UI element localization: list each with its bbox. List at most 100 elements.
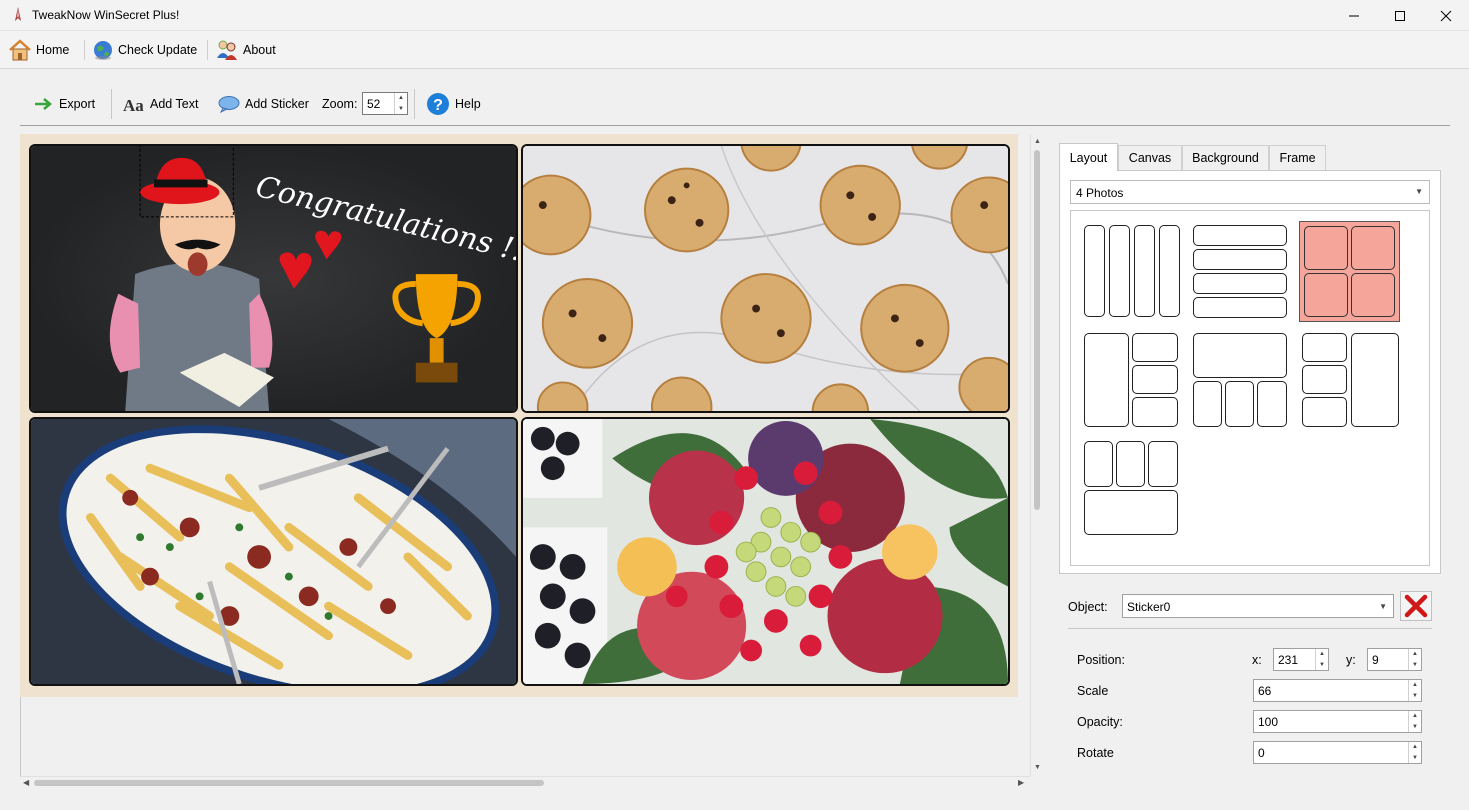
collage-cell-1[interactable]: Congratulations !!! bbox=[29, 144, 518, 413]
layout-slot bbox=[1302, 397, 1347, 427]
scroll-up-icon[interactable]: ▲ bbox=[1034, 138, 1041, 145]
layout-option-right-big[interactable] bbox=[1302, 333, 1400, 429]
export-button[interactable]: Export bbox=[34, 91, 95, 117]
zoom-value: 52 bbox=[367, 97, 381, 111]
horizontal-scrollbar[interactable]: ◀ ▶ bbox=[20, 776, 1030, 789]
layout-option-bottom-big[interactable] bbox=[1084, 441, 1178, 537]
zoom-label: Zoom: bbox=[322, 97, 358, 111]
spin-down-icon[interactable]: ▼ bbox=[1409, 722, 1421, 733]
layout-option-left-big[interactable] bbox=[1084, 333, 1180, 429]
position-x-value: 231 bbox=[1278, 653, 1299, 667]
zoom-spin-arrows[interactable]: ▲ ▼ bbox=[394, 93, 407, 114]
opacity-label: Opacity: bbox=[1077, 715, 1123, 729]
arrow-right-icon bbox=[35, 98, 52, 110]
y-label: y: bbox=[1346, 653, 1356, 667]
layout-slot bbox=[1193, 381, 1222, 427]
spin-up-icon[interactable]: ▲ bbox=[1409, 680, 1421, 691]
layout-count-dropdown[interactable]: 4 Photos ▼ bbox=[1070, 180, 1430, 204]
layout-option-2x2-grid[interactable] bbox=[1299, 221, 1400, 322]
layout-option-4-rows[interactable] bbox=[1193, 223, 1287, 319]
add-sticker-button[interactable]: Add Sticker bbox=[218, 91, 309, 117]
scroll-left-icon[interactable]: ◀ bbox=[23, 778, 29, 787]
scroll-right-icon[interactable]: ▶ bbox=[1018, 778, 1024, 787]
tab-frame[interactable]: Frame bbox=[1269, 145, 1326, 170]
layout-slot bbox=[1351, 226, 1395, 270]
object-dropdown[interactable]: Sticker0 ▼ bbox=[1122, 594, 1394, 618]
opacity-spin[interactable]: ▲ ▼ bbox=[1408, 711, 1421, 732]
add-sticker-label: Add Sticker bbox=[245, 97, 309, 111]
scale-input[interactable]: 66 ▲ ▼ bbox=[1253, 679, 1422, 702]
position-y-spin[interactable]: ▲ ▼ bbox=[1408, 649, 1421, 670]
spin-down-icon[interactable]: ▼ bbox=[1316, 660, 1328, 671]
object-dropdown-value: Sticker0 bbox=[1127, 600, 1171, 614]
home-icon bbox=[9, 39, 31, 61]
menu-separator bbox=[207, 40, 208, 60]
help-icon: ? bbox=[427, 93, 449, 115]
spin-up-icon[interactable]: ▲ bbox=[1409, 711, 1421, 722]
layout-slot bbox=[1351, 333, 1399, 427]
layout-slot bbox=[1159, 225, 1180, 317]
spin-down-icon[interactable]: ▼ bbox=[1409, 753, 1421, 764]
tab-canvas[interactable]: Canvas bbox=[1118, 145, 1182, 170]
vertical-scrollbar[interactable]: ▲ ▼ bbox=[1030, 134, 1043, 776]
layout-slot bbox=[1257, 381, 1287, 427]
menu-home[interactable]: Home bbox=[8, 37, 69, 63]
spin-down-icon[interactable]: ▼ bbox=[395, 104, 407, 115]
spin-up-icon[interactable]: ▲ bbox=[395, 93, 407, 104]
collage-cell-4[interactable] bbox=[521, 417, 1010, 686]
position-y-input[interactable]: 9 ▲ ▼ bbox=[1367, 648, 1422, 671]
rotate-label: Rotate bbox=[1077, 746, 1114, 760]
layout-option-top-big[interactable] bbox=[1193, 333, 1287, 429]
scale-spin[interactable]: ▲ ▼ bbox=[1408, 680, 1421, 701]
position-x-input[interactable]: 231 ▲ ▼ bbox=[1273, 648, 1329, 671]
menu-check-update-label: Check Update bbox=[118, 43, 198, 57]
position-y-value: 9 bbox=[1372, 653, 1379, 667]
minimize-button[interactable] bbox=[1331, 0, 1377, 31]
export-label: Export bbox=[59, 97, 96, 111]
menu-check-update[interactable]: Check Update bbox=[92, 37, 197, 63]
position-label: Position: bbox=[1077, 653, 1125, 667]
fruit-photo bbox=[523, 419, 1008, 684]
object-divider bbox=[1068, 628, 1432, 629]
vertical-scroll-thumb[interactable] bbox=[1034, 150, 1040, 510]
maximize-button[interactable] bbox=[1377, 0, 1423, 31]
help-button[interactable]: ? Help bbox=[426, 91, 481, 117]
horizontal-scroll-thumb[interactable] bbox=[34, 780, 544, 786]
rotate-input[interactable]: 0 ▲ ▼ bbox=[1253, 741, 1422, 764]
collage-cell-3[interactable] bbox=[29, 417, 518, 686]
layout-count-value: 4 Photos bbox=[1076, 186, 1124, 200]
opacity-input[interactable]: 100 ▲ ▼ bbox=[1253, 710, 1422, 733]
layout-slot bbox=[1193, 273, 1287, 294]
tab-layout[interactable]: Layout bbox=[1059, 143, 1118, 171]
layout-slot bbox=[1193, 249, 1287, 270]
spin-down-icon[interactable]: ▼ bbox=[1409, 660, 1421, 671]
layout-option-4-columns[interactable] bbox=[1084, 223, 1180, 319]
zoom-spinbox[interactable]: 52 ▲ ▼ bbox=[362, 92, 408, 115]
layout-slot bbox=[1134, 225, 1155, 317]
menu-home-label: Home bbox=[36, 43, 70, 57]
toolbar-separator bbox=[414, 89, 415, 119]
delete-x-icon bbox=[1404, 594, 1428, 618]
photo-collage[interactable]: Congratulations !!! bbox=[20, 134, 1018, 697]
spin-down-icon[interactable]: ▼ bbox=[1409, 691, 1421, 702]
add-text-button[interactable]: Aa Add Text bbox=[123, 91, 198, 117]
layout-slot bbox=[1193, 333, 1287, 378]
layout-slot bbox=[1304, 273, 1348, 317]
tab-background[interactable]: Background bbox=[1182, 145, 1269, 170]
spin-up-icon[interactable]: ▲ bbox=[1409, 742, 1421, 753]
toolbar-divider bbox=[20, 125, 1450, 126]
minimize-icon bbox=[1349, 15, 1359, 16]
close-button[interactable] bbox=[1423, 0, 1469, 31]
position-x-spin[interactable]: ▲ ▼ bbox=[1315, 649, 1328, 670]
layout-slot bbox=[1084, 225, 1105, 317]
delete-object-button[interactable] bbox=[1400, 591, 1432, 621]
menu-about[interactable]: About bbox=[215, 37, 276, 63]
spin-up-icon[interactable]: ▲ bbox=[1316, 649, 1328, 660]
maximize-icon bbox=[1395, 10, 1405, 21]
layout-slot bbox=[1084, 333, 1129, 427]
collage-cell-2[interactable] bbox=[521, 144, 1010, 413]
spin-up-icon[interactable]: ▲ bbox=[1409, 649, 1421, 660]
scale-label: Scale bbox=[1077, 684, 1109, 698]
scroll-down-icon[interactable]: ▼ bbox=[1034, 764, 1041, 771]
rotate-spin[interactable]: ▲ ▼ bbox=[1408, 742, 1421, 763]
